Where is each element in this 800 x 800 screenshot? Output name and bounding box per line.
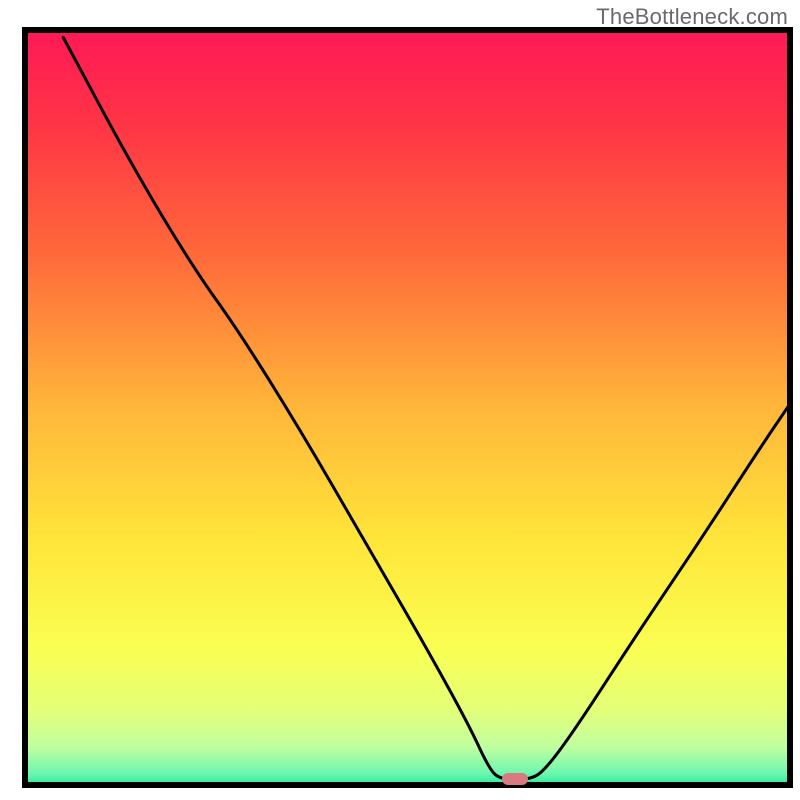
- bottleneck-marker: [502, 773, 528, 785]
- gradient-background: [25, 30, 790, 785]
- chart-svg: [0, 0, 800, 800]
- watermark-label: TheBottleneck.com: [596, 4, 788, 30]
- bottleneck-chart: TheBottleneck.com: [0, 0, 800, 800]
